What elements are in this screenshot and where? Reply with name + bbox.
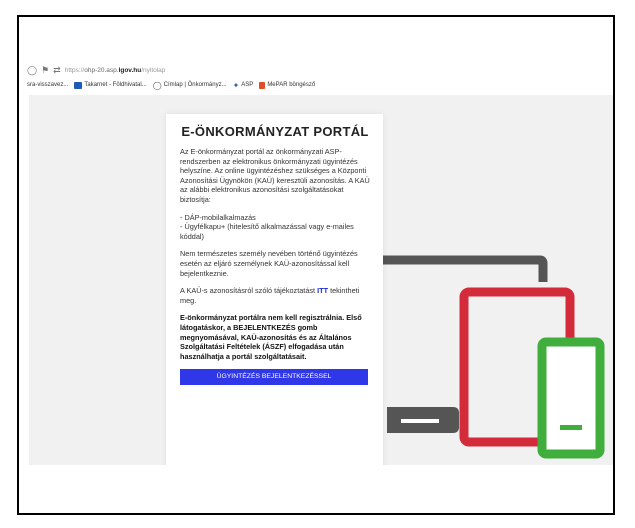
info-prefix: A KAÜ-s azonosításról szóló tájékoztatás…	[180, 286, 318, 296]
bookmark-label: sra-visszavez...	[27, 82, 69, 88]
bookmark-sra[interactable]: sra-visszavez...	[27, 82, 68, 88]
url-path: /nyitolap	[141, 66, 166, 74]
shield-icon: ◯	[27, 64, 38, 75]
asp-icon: ✦	[232, 80, 240, 90]
mepar-icon	[259, 81, 266, 89]
bookmark-label: Címlap | Önkormányz...	[163, 82, 227, 88]
page-title: E-ÖNKORMÁNYZAT PORTÁL	[181, 124, 369, 139]
bookmark-label: ASP	[241, 82, 254, 88]
bookmark-cimlap[interactable]: ◯ Címlap | Önkormányz...	[153, 81, 227, 90]
laptop-icon	[387, 407, 459, 433]
itt-link[interactable]: ITT	[317, 286, 328, 295]
bookmark-asp[interactable]: ✦ ASP	[233, 81, 254, 90]
auth-options-list: - DÁP-mobilalkalmazás - Ügyfélkapu+ (hit…	[180, 213, 370, 242]
address-bar[interactable]: ◯ ⚑ ⇄ https://ohp-20.asp.lgov.hu/nyitola…	[27, 62, 607, 78]
url-host-bold: lgov.hu	[118, 66, 142, 74]
list-item: - Ügyfélkapu+ (hitelesítő alkalmazással …	[180, 222, 354, 241]
lock-icon: ⚑	[41, 64, 50, 75]
bookmark-takarnet[interactable]: Takarnet - Földhivatal...	[74, 81, 147, 89]
bookmark-label: MePAR böngésző	[267, 82, 316, 88]
non-natural-person-text: Nem természetes személy nevében történő …	[180, 249, 358, 278]
info-text: A KAÜ-s azonosításról szóló tájékoztatás…	[180, 286, 370, 305]
bookmark-label: Takarnet - Földhivatal...	[84, 82, 147, 88]
list-item: - DÁP-mobilalkalmazás	[180, 212, 256, 222]
page-viewport: E-ÖNKORMÁNYZAT PORTÁL Az E-önkormányzat …	[29, 95, 613, 465]
registration-note: E-önkormányzat portálra nem kell regiszt…	[180, 313, 362, 361]
url-host-pre: ohp-20.asp.	[84, 66, 119, 74]
takarnet-icon	[74, 81, 83, 89]
phone-icon	[537, 337, 605, 459]
url-scheme: https://	[64, 66, 85, 74]
bookmarks-bar: sra-visszavez... Takarnet - Földhivatal.…	[27, 78, 613, 92]
screenshot-frame: ◯ ⚑ ⇄ https://ohp-20.asp.lgov.hu/nyitola…	[17, 15, 615, 515]
portal-panel: E-ÖNKORMÁNYZAT PORTÁL Az E-önkormányzat …	[166, 114, 383, 465]
login-button[interactable]: ÜGYINTÉZÉS BEJELENTKEZÉSSEL	[180, 369, 368, 386]
intro-text: Az E-önkormányzat portál az önkormányzat…	[180, 147, 370, 204]
permissions-icon[interactable]: ⇄	[53, 65, 61, 76]
bookmark-mepar[interactable]: MePAR böngésző	[259, 81, 316, 89]
globe-icon: ◯	[152, 80, 162, 90]
url-text[interactable]: https://ohp-20.asp.lgov.hu/nyitolap	[65, 67, 166, 74]
